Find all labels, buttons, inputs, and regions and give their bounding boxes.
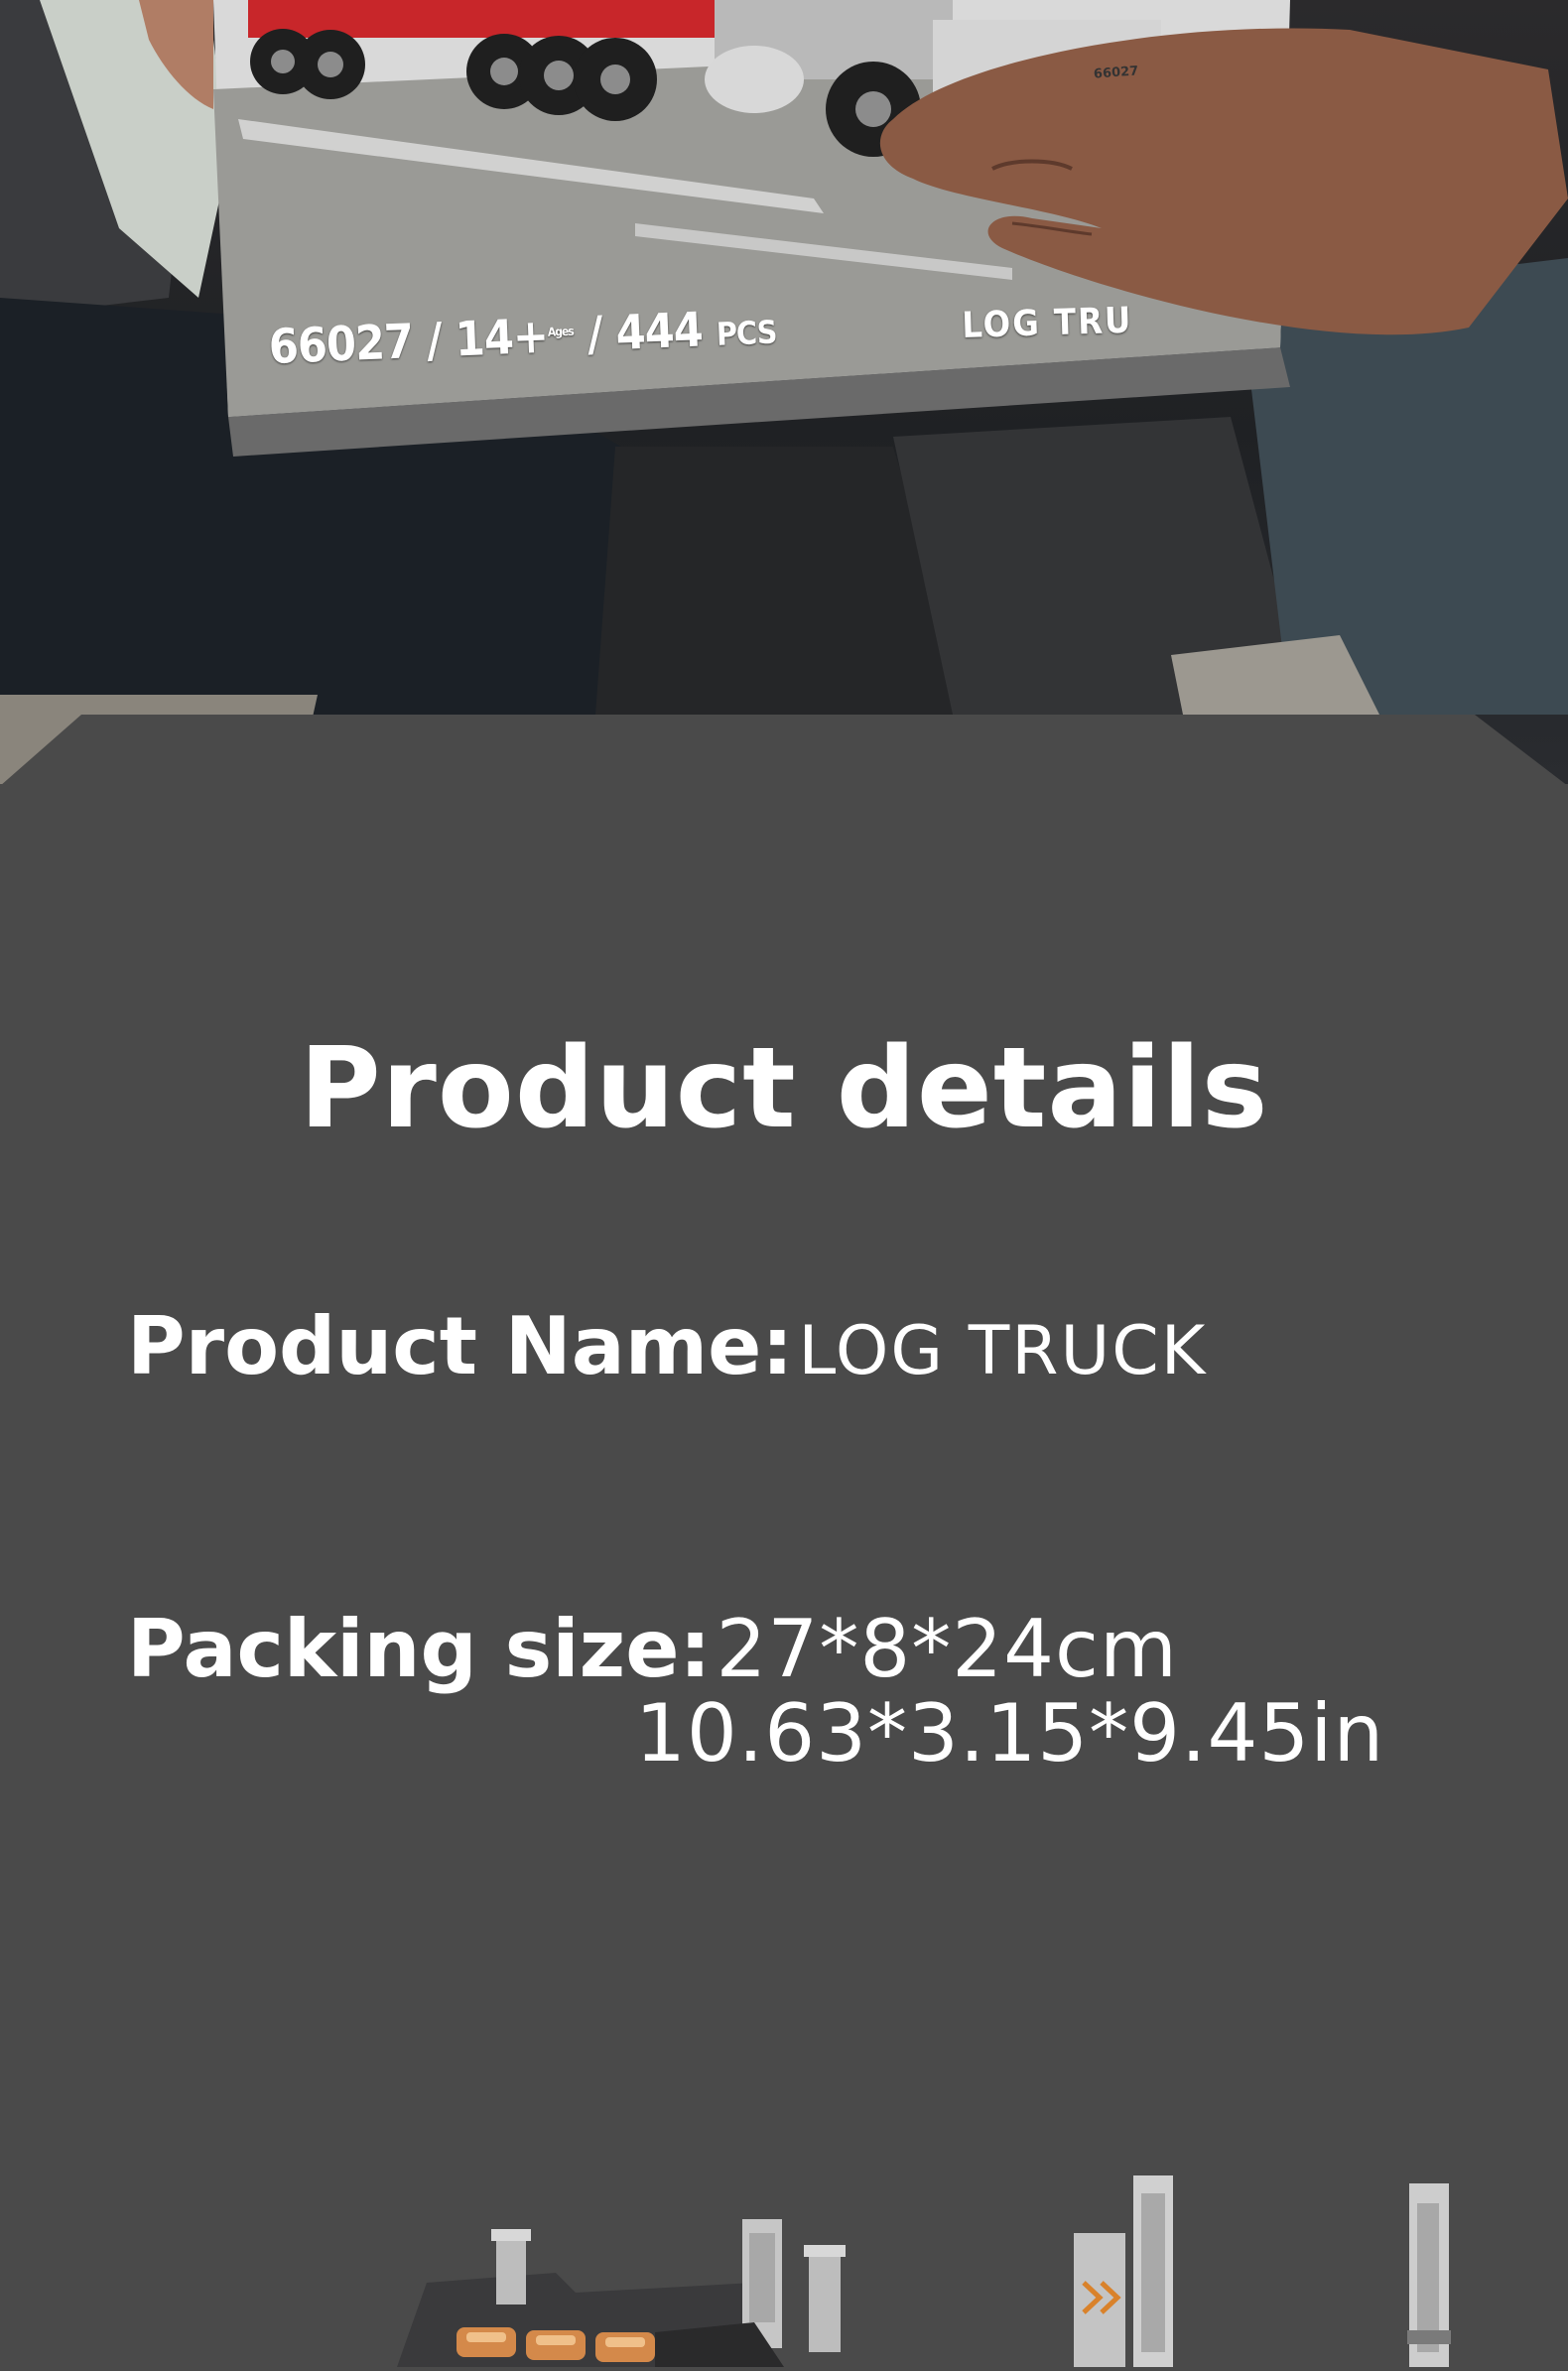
page-title: Product details <box>299 1024 1269 1153</box>
box-ages-word: Ages <box>547 324 574 339</box>
packing-size-label: Packing size: <box>127 1603 712 1695</box>
product-name-row: Product Name: LOG TRUCK <box>127 1300 1207 1392</box>
box-code: 66027 <box>267 314 415 375</box>
hero-photo: 66027 66027 / 14+Ages / 444 PCS LOG TRU <box>0 0 1568 784</box>
box-photo-illustration <box>0 0 1568 784</box>
box-title: LOG TRU <box>961 300 1133 346</box>
details-panel <box>0 715 1568 2367</box>
box-model-badge: 66027 <box>1093 64 1139 82</box>
truck-parts-illustration <box>397 2175 1451 2367</box>
box-pieces-unit: PCS <box>716 313 778 353</box>
packing-size-imperial: 10.63*3.15*9.45in <box>635 1687 1385 1779</box>
product-name-label: Product Name: <box>127 1300 794 1392</box>
packing-size-row: Packing size: 27*8*24cm <box>127 1603 1178 1695</box>
box-pieces: 444 <box>614 302 704 361</box>
packing-size-metric: 27*8*24cm <box>716 1603 1178 1695</box>
product-render <box>0 2134 1568 2367</box>
product-name-value: LOG TRUCK <box>798 1312 1208 1390</box>
box-age: 14+ <box>454 308 550 368</box>
